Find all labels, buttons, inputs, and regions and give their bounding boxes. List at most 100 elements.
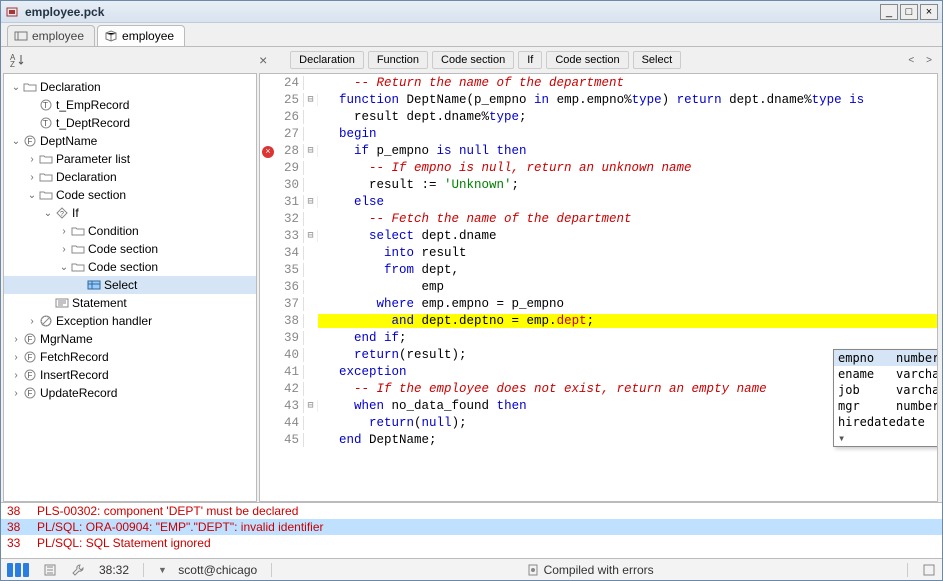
breadcrumb-item[interactable]: If: [518, 51, 542, 69]
code-line[interactable]: 32 -- Fetch the name of the department: [260, 210, 937, 227]
breadcrumb-item[interactable]: Function: [368, 51, 428, 69]
autocomplete-item[interactable]: enamevarchar2(10): [834, 366, 938, 382]
tree-node[interactable]: Tt_DeptRecord: [4, 114, 256, 132]
code-text[interactable]: else: [318, 195, 937, 209]
close-button[interactable]: ×: [920, 4, 938, 20]
tree-caret-icon[interactable]: ⌄: [10, 136, 22, 147]
tree-scroll[interactable]: ⌄DeclarationTt_EmpRecordTt_DeptRecord⌄FD…: [4, 74, 256, 501]
code-text[interactable]: begin: [318, 127, 937, 141]
code-text[interactable]: -- If empno is null, return an unknown n…: [318, 161, 937, 175]
fold-icon[interactable]: ⊟: [304, 400, 318, 412]
tree-node[interactable]: ›FUpdateRecord: [4, 384, 256, 402]
code-line[interactable]: 24 -- Return the name of the department: [260, 74, 937, 91]
fold-icon[interactable]: ⊟: [304, 94, 318, 106]
breadcrumb-next-icon[interactable]: >: [922, 55, 936, 66]
tree-node[interactable]: ⌄Declaration: [4, 78, 256, 96]
code-line[interactable]: ×28⊟ if p_empno is null then: [260, 142, 937, 159]
tree-caret-icon[interactable]: ›: [10, 334, 22, 345]
tree-caret-icon[interactable]: ›: [26, 172, 38, 183]
status-wrench-icon[interactable]: [71, 563, 85, 577]
breadcrumb-item[interactable]: Code section: [432, 51, 514, 69]
code-text[interactable]: result := 'Unknown';: [318, 178, 937, 192]
tree-node[interactable]: ›Parameter list: [4, 150, 256, 168]
close-tree-icon[interactable]: ×: [254, 52, 272, 68]
autocomplete-popup[interactable]: empnonumber(4)enamevarchar2(10)jobvarcha…: [833, 349, 938, 447]
tree-node[interactable]: ⌄?If: [4, 204, 256, 222]
fold-icon[interactable]: ⊟: [304, 145, 318, 157]
code-line[interactable]: 31⊟ else: [260, 193, 937, 210]
code-text[interactable]: -- Fetch the name of the department: [318, 212, 937, 226]
error-row[interactable]: 38PLS-00302: component 'DEPT' must be de…: [1, 503, 942, 519]
tree-caret-icon[interactable]: ›: [10, 370, 22, 381]
tree-node[interactable]: ⌄Code section: [4, 258, 256, 276]
fold-icon[interactable]: ⊟: [304, 230, 318, 242]
code-text[interactable]: function DeptName(p_empno in emp.empno%t…: [318, 93, 937, 107]
code-text[interactable]: -- Return the name of the department: [318, 76, 937, 90]
autocomplete-item[interactable]: empnonumber(4): [834, 350, 938, 366]
autocomplete-item[interactable]: jobvarchar2(9): [834, 382, 938, 398]
status-end-icon[interactable]: [922, 563, 936, 577]
breadcrumb-item[interactable]: Code section: [546, 51, 628, 69]
tree-caret-icon[interactable]: ›: [26, 316, 38, 327]
tree-node[interactable]: Tt_EmpRecord: [4, 96, 256, 114]
connection-dropdown[interactable]: ▼ scott@chicago: [158, 563, 257, 577]
code-line[interactable]: 39 end if;: [260, 329, 937, 346]
fold-icon[interactable]: ⊟: [304, 196, 318, 208]
code-text[interactable]: into result: [318, 246, 937, 260]
code-line[interactable]: 25⊟ function DeptName(p_empno in emp.emp…: [260, 91, 937, 108]
tree-caret-icon[interactable]: ⌄: [10, 82, 22, 93]
error-marker-icon[interactable]: ×: [262, 146, 274, 158]
code-line[interactable]: 33⊟ select dept.dname: [260, 227, 937, 244]
error-row[interactable]: 33PL/SQL: SQL Statement ignored: [1, 535, 942, 551]
tree-caret-icon[interactable]: ›: [10, 388, 22, 399]
code-text[interactable]: emp: [318, 280, 937, 294]
tree-caret-icon[interactable]: ›: [10, 352, 22, 363]
tree-node[interactable]: Select: [4, 276, 256, 294]
tree-node[interactable]: ⌄Code section: [4, 186, 256, 204]
minimize-button[interactable]: _: [880, 4, 898, 20]
tree-node[interactable]: ›Exception handler: [4, 312, 256, 330]
tree-caret-icon[interactable]: ⌄: [26, 190, 38, 201]
code-line[interactable]: 26 result dept.dname%type;: [260, 108, 937, 125]
tree-node[interactable]: ›FFetchRecord: [4, 348, 256, 366]
breadcrumb-prev-icon[interactable]: <: [904, 55, 918, 66]
tree-caret-icon[interactable]: ⌄: [58, 262, 70, 273]
tree-node[interactable]: ›Code section: [4, 240, 256, 258]
code-text[interactable]: select dept.dname: [318, 229, 937, 243]
code-text[interactable]: result dept.dname%type;: [318, 110, 937, 124]
tree-caret-icon[interactable]: ›: [58, 244, 70, 255]
tree-caret-icon[interactable]: ›: [58, 226, 70, 237]
code-line[interactable]: 27 begin: [260, 125, 937, 142]
breadcrumb-item[interactable]: Select: [633, 51, 682, 69]
code-text[interactable]: and dept.deptno = emp.dept;: [318, 314, 937, 328]
autocomplete-item[interactable]: hiredatedate: [834, 414, 938, 430]
code-text[interactable]: from dept,: [318, 263, 937, 277]
autocomplete-item[interactable]: mgrnumber(4): [834, 398, 938, 414]
autocomplete-more-icon[interactable]: ▾: [834, 430, 938, 446]
code-line[interactable]: 29 -- If empno is null, return an unknow…: [260, 159, 937, 176]
error-row[interactable]: 38PL/SQL: ORA-00904: "EMP"."DEPT": inval…: [1, 519, 942, 535]
code-text[interactable]: end if;: [318, 331, 937, 345]
code-line[interactable]: 36 emp: [260, 278, 937, 295]
tree-caret-icon[interactable]: ›: [26, 154, 38, 165]
code-line[interactable]: 37 where emp.empno = p_empno: [260, 295, 937, 312]
status-icon-1[interactable]: [43, 563, 57, 577]
breadcrumb-item[interactable]: Declaration: [290, 51, 364, 69]
compiler-errors-pane[interactable]: 38PLS-00302: component 'DEPT' must be de…: [1, 502, 942, 558]
tree-caret-icon[interactable]: ⌄: [42, 208, 54, 219]
tree-node[interactable]: ⌄FDeptName: [4, 132, 256, 150]
tree-node[interactable]: Statement: [4, 294, 256, 312]
tab-0[interactable]: employee: [7, 25, 95, 46]
tree-node[interactable]: ›FInsertRecord: [4, 366, 256, 384]
tree-node[interactable]: ›FMgrName: [4, 330, 256, 348]
code-line[interactable]: 30 result := 'Unknown';: [260, 176, 937, 193]
tree-node[interactable]: ›Declaration: [4, 168, 256, 186]
code-text[interactable]: if p_empno is null then: [318, 144, 937, 158]
maximize-button[interactable]: □: [900, 4, 918, 20]
tree-node[interactable]: ›Condition: [4, 222, 256, 240]
code-text[interactable]: where emp.empno = p_empno: [318, 297, 937, 311]
tab-1[interactable]: employee: [97, 25, 185, 46]
code-line[interactable]: 38 and dept.deptno = emp.dept;: [260, 312, 937, 329]
code-line[interactable]: 34 into result: [260, 244, 937, 261]
sort-button[interactable]: AZ: [7, 49, 31, 71]
